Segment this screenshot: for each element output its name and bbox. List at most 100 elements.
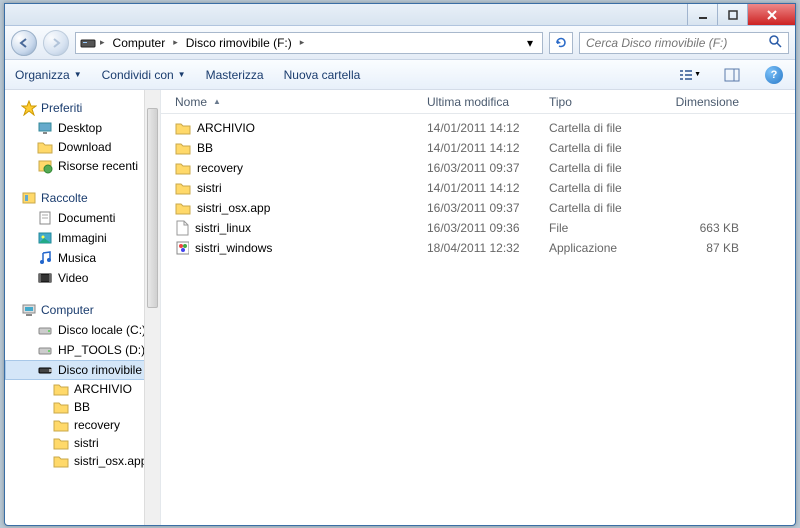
sidebar-item-label: Immagini — [58, 231, 107, 245]
back-button[interactable] — [11, 30, 37, 56]
file-row[interactable]: sistri 14/01/2011 14:12Cartella di file — [161, 178, 795, 198]
file-row[interactable]: sistri_osx.app16/03/2011 09:37Cartella d… — [161, 198, 795, 218]
sidebar-item[interactable]: Desktop — [5, 118, 160, 138]
explorer-window: ▸ Computer ▸ Disco rimovibile (F:) ▸ ▾ O… — [4, 3, 796, 526]
file-date: 14/01/2011 14:12 — [421, 121, 543, 135]
column-date[interactable]: Ultima modifica — [421, 95, 543, 109]
sidebar-item[interactable]: Download — [5, 138, 160, 156]
burn-label: Masterizza — [206, 68, 264, 82]
file-date: 16/03/2011 09:36 — [421, 221, 543, 235]
column-type[interactable]: Tipo — [543, 95, 659, 109]
drive-icon — [80, 35, 96, 51]
sidebar-subitem[interactable]: sistri_osx.app — [5, 452, 160, 470]
file-name: sistri — [197, 181, 222, 195]
search-icon — [768, 34, 782, 51]
file-date: 14/01/2011 14:12 — [421, 181, 543, 195]
sidebar-item[interactable]: HP_TOOLS (D:) — [5, 340, 160, 360]
file-row[interactable]: sistri_linux 16/03/2011 09:36File663 KB — [161, 218, 795, 238]
preview-pane-button[interactable] — [721, 64, 743, 86]
sidebar-group-raccolte[interactable]: Raccolte — [5, 188, 160, 208]
help-button[interactable]: ? — [763, 64, 785, 86]
sidebar-item-label: sistri — [74, 436, 99, 450]
file-size: 663 KB — [659, 221, 745, 235]
file-date: 16/03/2011 09:37 — [421, 201, 543, 215]
breadcrumb-drive[interactable]: Disco rimovibile (F:) — [182, 34, 296, 52]
sidebar-subitem[interactable]: sistri — [5, 434, 160, 452]
sidebar-item-label: Musica — [58, 251, 96, 265]
search-input[interactable] — [586, 36, 768, 50]
file-type: Cartella di file — [543, 141, 659, 155]
sidebar-item-label: Download — [58, 140, 111, 154]
file-type: Applicazione — [543, 241, 659, 255]
breadcrumb-computer[interactable]: Computer — [109, 34, 170, 52]
forward-button[interactable] — [43, 30, 69, 56]
column-size-label: Dimensione — [676, 95, 739, 109]
column-size[interactable]: Dimensione — [659, 95, 745, 109]
sidebar-item-label: Desktop — [58, 121, 102, 135]
file-rows: ARCHIVIO14/01/2011 14:12Cartella di file… — [161, 114, 795, 525]
search-box[interactable] — [579, 32, 789, 54]
chevron-down-icon: ▼ — [694, 71, 701, 78]
sidebar-item[interactable]: Musica — [5, 248, 160, 268]
sidebar-item[interactable]: Video — [5, 268, 160, 288]
sidebar-group-computer[interactable]: Computer — [5, 300, 160, 320]
burn-button[interactable]: Masterizza — [206, 68, 264, 82]
toolbar: Organizza▼ Condividi con▼ Masterizza Nuo… — [5, 60, 795, 90]
chevron-down-icon: ▼ — [178, 70, 186, 79]
view-options-button[interactable]: ▼ — [679, 64, 701, 86]
content-area: Preferiti Desktop Download Risorse recenti R… — [5, 90, 795, 525]
sidebar-item-label: Documenti — [58, 211, 115, 225]
sidebar-subitem[interactable]: BB — [5, 398, 160, 416]
file-name: recovery — [197, 161, 243, 175]
file-row[interactable]: ARCHIVIO14/01/2011 14:12Cartella di file — [161, 118, 795, 138]
scrollbar-thumb[interactable] — [147, 108, 158, 308]
refresh-button[interactable] — [549, 32, 573, 54]
new-folder-button[interactable]: Nuova cartella — [284, 68, 361, 82]
file-row[interactable]: recovery 16/03/2011 09:37Cartella di file — [161, 158, 795, 178]
navigation-row: ▸ Computer ▸ Disco rimovibile (F:) ▸ ▾ — [5, 26, 795, 60]
sidebar-group-label: Preferiti — [41, 101, 82, 115]
sidebar-subitem[interactable]: ARCHIVIO — [5, 380, 160, 398]
close-button[interactable] — [747, 4, 795, 25]
chevron-right-icon: ▸ — [173, 37, 178, 48]
file-date: 18/04/2011 12:32 — [421, 241, 543, 255]
address-dropdown-icon[interactable]: ▾ — [522, 36, 538, 50]
sidebar-scrollbar[interactable] — [144, 90, 160, 525]
file-type: Cartella di file — [543, 161, 659, 175]
file-name: ARCHIVIO — [197, 121, 255, 135]
file-type: Cartella di file — [543, 181, 659, 195]
file-row[interactable]: sistri_windows18/04/2011 12:32Applicazio… — [161, 238, 795, 258]
window-controls — [687, 4, 795, 25]
sort-asc-icon: ▲ — [213, 97, 221, 106]
organize-menu[interactable]: Organizza▼ — [15, 68, 82, 82]
column-name[interactable]: Nome▲ — [169, 95, 421, 109]
chevron-right-icon: ▸ — [300, 37, 305, 48]
sidebar-item[interactable]: Disco locale (C:) — [5, 320, 160, 340]
file-name: sistri_linux — [195, 221, 251, 235]
file-date: 14/01/2011 14:12 — [421, 141, 543, 155]
sidebar-item[interactable]: Risorse recenti — [5, 156, 160, 176]
sidebar-group-label: Raccolte — [41, 191, 88, 205]
sidebar-item[interactable]: Documenti — [5, 208, 160, 228]
titlebar — [5, 4, 795, 26]
file-date: 16/03/2011 09:37 — [421, 161, 543, 175]
sidebar-item-label: sistri_osx.app — [74, 454, 147, 468]
navigation-pane: Preferiti Desktop Download Risorse recenti R… — [5, 90, 161, 525]
sidebar-item-label: BB — [74, 400, 90, 414]
file-name: BB — [197, 141, 213, 155]
file-size: 87 KB — [659, 241, 745, 255]
column-date-label: Ultima modifica — [427, 95, 509, 109]
sidebar-item-label: HP_TOOLS (D:) — [58, 343, 145, 357]
address-bar[interactable]: ▸ Computer ▸ Disco rimovibile (F:) ▸ ▾ — [75, 32, 543, 54]
sidebar-group-preferiti[interactable]: Preferiti — [5, 98, 160, 118]
sidebar-item[interactable]: Immagini — [5, 228, 160, 248]
share-menu[interactable]: Condividi con▼ — [102, 68, 186, 82]
chevron-down-icon: ▼ — [74, 70, 82, 79]
sidebar-subitem[interactable]: recovery — [5, 416, 160, 434]
file-type: File — [543, 221, 659, 235]
minimize-button[interactable] — [687, 4, 717, 25]
sidebar-item[interactable]: Disco rimovibile (F:) — [5, 360, 160, 380]
file-row[interactable]: BB 14/01/2011 14:12Cartella di file — [161, 138, 795, 158]
maximize-button[interactable] — [717, 4, 747, 25]
column-headers: Nome▲ Ultima modifica Tipo Dimensione — [161, 90, 795, 114]
